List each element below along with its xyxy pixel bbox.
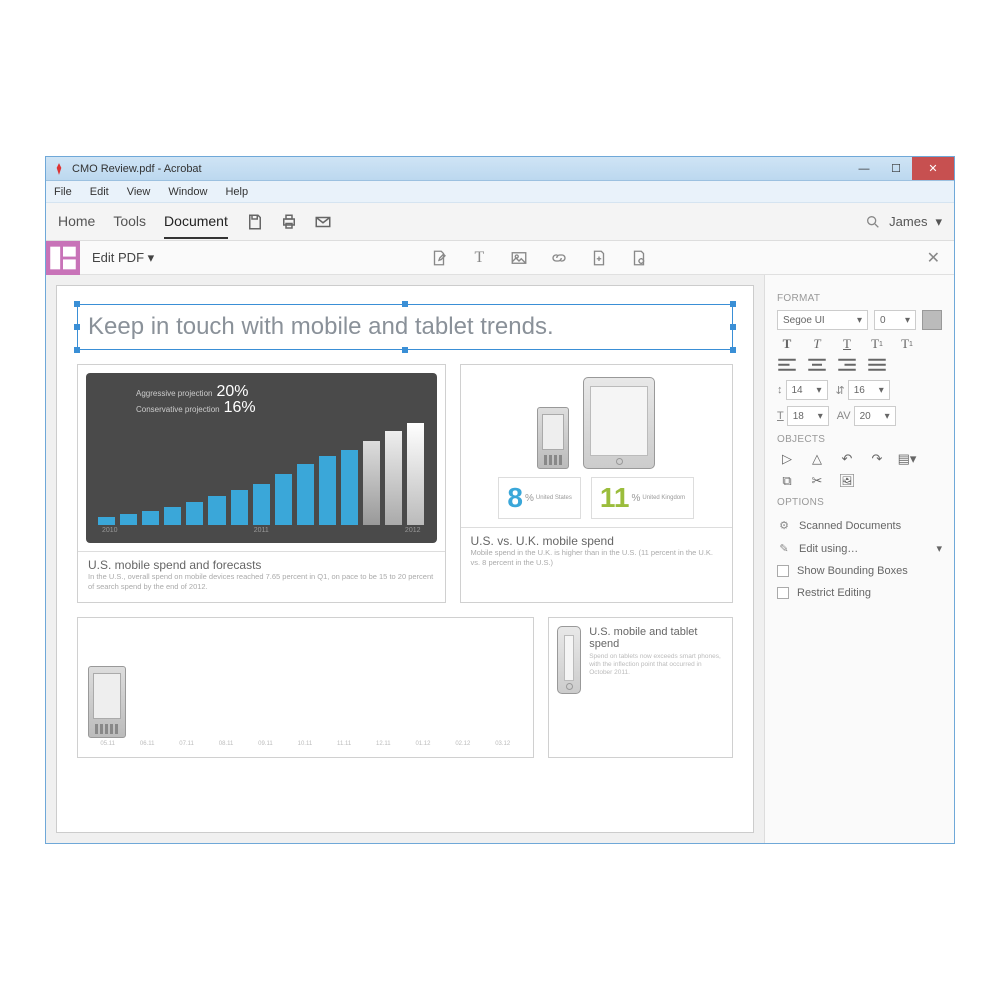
- rotate-cw-icon[interactable]: ↷: [867, 451, 887, 467]
- link-icon[interactable]: [550, 249, 568, 267]
- mail-icon[interactable]: [314, 213, 332, 231]
- bold-button[interactable]: T: [777, 336, 797, 352]
- checkbox[interactable]: [777, 565, 789, 577]
- search-icon: [865, 214, 881, 230]
- align-justify-icon[interactable]: [867, 358, 887, 374]
- hscale-field[interactable]: 18▾: [787, 406, 829, 426]
- add-image-icon[interactable]: [510, 249, 528, 267]
- toolbar: Home Tools Document James ▾: [46, 203, 954, 241]
- user-menu[interactable]: James ▾: [865, 214, 942, 230]
- align-left-icon[interactable]: [777, 358, 797, 374]
- save-icon[interactable]: [246, 213, 264, 231]
- gear-icon: ⚙: [777, 519, 791, 532]
- add-page-icon[interactable]: [590, 249, 608, 267]
- window-title: CMO Review.pdf - Acrobat: [72, 163, 848, 175]
- replace-image-icon[interactable]: 🖼: [837, 473, 857, 489]
- tab-document[interactable]: Document: [164, 205, 228, 239]
- show-bounding-boxes-option[interactable]: Show Bounding Boxes: [777, 560, 942, 582]
- workspace: Keep in touch with mobile and tablet tre…: [46, 275, 954, 843]
- edit-page-icon[interactable]: [430, 249, 448, 267]
- tab-home[interactable]: Home: [58, 205, 95, 239]
- canvas[interactable]: Keep in touch with mobile and tablet tre…: [46, 275, 764, 843]
- chart1-sub: In the U.S., overall spend on mobile dev…: [88, 572, 435, 592]
- checkbox[interactable]: [777, 587, 789, 599]
- flip-h-icon[interactable]: ▷: [777, 451, 797, 467]
- tab-tools[interactable]: Tools: [113, 205, 146, 239]
- chart1-title: U.S. mobile spend and forecasts: [88, 558, 435, 572]
- forecast-chart: Aggressive projection20% Conservative pr…: [86, 373, 437, 543]
- menubar: File Edit View Window Help: [46, 181, 954, 203]
- menu-window[interactable]: Window: [168, 186, 207, 198]
- compare-card: 8%United States 11%United Kingdom U.S. v…: [460, 364, 733, 603]
- chart-card-forecast: Aggressive projection20% Conservative pr…: [77, 364, 446, 603]
- line-spacing-icon: ↕: [777, 384, 783, 396]
- menu-view[interactable]: View: [127, 186, 151, 198]
- add-text-icon[interactable]: T: [470, 249, 488, 267]
- menu-help[interactable]: Help: [225, 186, 248, 198]
- tracking-field[interactable]: 20▾: [854, 406, 896, 426]
- edit-using-option[interactable]: ✎Edit using…▾: [777, 537, 942, 560]
- color-swatch[interactable]: [922, 310, 942, 330]
- maximize-button[interactable]: ☐: [880, 157, 912, 180]
- layout-mode-button[interactable]: [46, 241, 80, 275]
- tablet-icon: [557, 626, 581, 694]
- underline-button[interactable]: T: [837, 336, 857, 352]
- close-editbar-button[interactable]: ✕: [913, 248, 954, 268]
- italic-button[interactable]: T: [807, 336, 827, 352]
- restrict-editing-option[interactable]: Restrict Editing: [777, 582, 942, 604]
- selected-text-frame[interactable]: Keep in touch with mobile and tablet tre…: [77, 304, 733, 350]
- flip-v-icon[interactable]: △: [807, 451, 827, 467]
- phone-icon: [537, 407, 569, 469]
- para-spacing-field[interactable]: 16▾: [848, 380, 890, 400]
- align-center-icon[interactable]: [807, 358, 827, 374]
- duplicate-icon[interactable]: ⧉: [777, 473, 797, 489]
- scanned-docs-option[interactable]: ⚙Scanned Documents: [777, 514, 942, 537]
- options-heading: OPTIONS: [777, 497, 942, 508]
- edit-pdf-menu[interactable]: Edit PDF ▾: [80, 250, 166, 266]
- acrobat-window: CMO Review.pdf - Acrobat — ☐ ✕ File Edit…: [45, 156, 955, 844]
- phone-icon: [88, 666, 126, 738]
- minimize-button[interactable]: —: [848, 157, 880, 180]
- page-settings-icon[interactable]: [630, 249, 648, 267]
- scale-icon: T: [777, 410, 784, 422]
- side-summary-card: U.S. mobile and tablet spend Spend on ta…: [548, 617, 733, 758]
- pencil-icon: ✎: [777, 542, 791, 555]
- align-right-icon[interactable]: [837, 358, 857, 374]
- font-select[interactable]: Segoe UI▾: [777, 310, 868, 330]
- edit-toolbar: Edit PDF ▾ T ✕: [46, 241, 954, 275]
- compare-title: U.S. vs. U.K. mobile spend: [471, 534, 722, 548]
- close-button[interactable]: ✕: [912, 157, 954, 180]
- format-heading: FORMAT: [777, 293, 942, 304]
- arrange-icon[interactable]: ▤▾: [897, 451, 917, 467]
- document-page: Keep in touch with mobile and tablet tre…: [56, 285, 754, 833]
- chevron-down-icon: ▾: [935, 214, 942, 230]
- print-icon[interactable]: [280, 213, 298, 231]
- compare-sub: Mobile spend in the U.K. is higher than …: [471, 548, 722, 568]
- chart-card-monthly: 05.1106.1107.1108.1109.1110.1111.1112.11…: [77, 617, 534, 758]
- tracking-icon: AV: [837, 410, 851, 422]
- acrobat-icon: [52, 162, 66, 176]
- rotate-ccw-icon[interactable]: ↶: [837, 451, 857, 467]
- format-panel: FORMAT Segoe UI▾ 0▾ T T T T1 T1 ↕14▾: [764, 275, 954, 843]
- menu-file[interactable]: File: [54, 186, 72, 198]
- menu-edit[interactable]: Edit: [90, 186, 109, 198]
- para-spacing-icon: ⇵: [836, 384, 845, 397]
- tablet-icon: [583, 377, 655, 469]
- subscript-button[interactable]: T1: [897, 336, 917, 352]
- font-size-select[interactable]: 0▾: [874, 310, 916, 330]
- objects-heading: OBJECTS: [777, 434, 942, 445]
- crop-icon[interactable]: ✂: [807, 473, 827, 489]
- headline: Keep in touch with mobile and tablet tre…: [88, 313, 722, 341]
- titlebar: CMO Review.pdf - Acrobat — ☐ ✕: [46, 157, 954, 181]
- line-spacing-field[interactable]: 14▾: [786, 380, 828, 400]
- superscript-button[interactable]: T1: [867, 336, 887, 352]
- user-name: James: [889, 214, 927, 229]
